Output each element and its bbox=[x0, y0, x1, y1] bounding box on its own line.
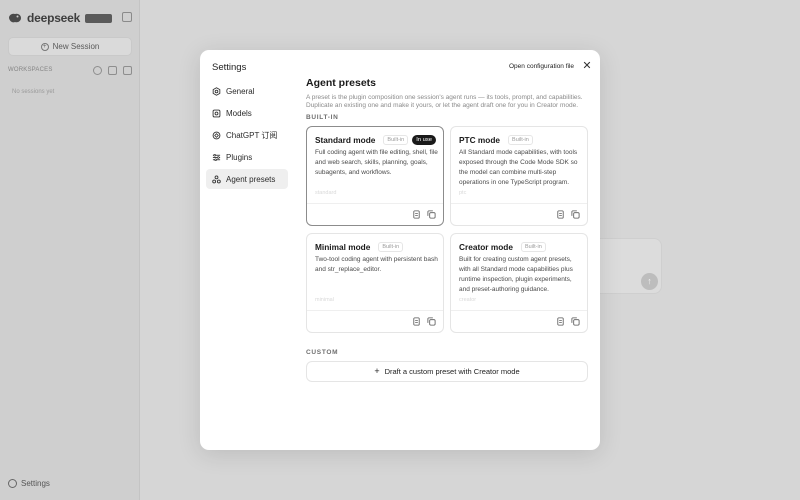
plus-icon: + bbox=[374, 366, 380, 376]
draft-custom-preset-label: Draft a custom preset with Creator mode bbox=[384, 367, 520, 376]
builtin-badge: Built-in bbox=[508, 135, 533, 145]
nav-item-plugins[interactable]: Plugins bbox=[206, 147, 288, 167]
nav-label: Plugins bbox=[226, 152, 253, 162]
view-file-icon[interactable] bbox=[412, 210, 421, 219]
preset-name: Creator mode bbox=[459, 242, 513, 252]
duplicate-icon[interactable] bbox=[571, 317, 580, 326]
section-description: A preset is the plugin composition one s… bbox=[306, 94, 583, 109]
new-session-button[interactable]: + New Session bbox=[8, 37, 132, 56]
preset-name: PTC mode bbox=[459, 135, 501, 145]
gear-icon bbox=[212, 86, 221, 96]
modal-title: Settings bbox=[212, 62, 247, 73]
sliders-icon bbox=[212, 153, 221, 162]
preset-description: Two-tool coding agent with persistent ba… bbox=[315, 256, 438, 273]
preset-card-standard[interactable]: Standard mode Built-in In use Full codin… bbox=[306, 126, 444, 226]
duplicate-icon[interactable] bbox=[427, 210, 436, 219]
brand: deepseek bbox=[8, 11, 113, 25]
draft-custom-preset-button[interactable]: + Draft a custom preset with Creator mod… bbox=[306, 361, 588, 382]
filter-icon[interactable] bbox=[108, 65, 117, 75]
preset-card-ptc[interactable]: PTC mode Built-in All Standard mode capa… bbox=[450, 126, 588, 226]
openai-icon bbox=[212, 131, 221, 140]
preset-card-creator[interactable]: Creator mode Built-in Built for creating… bbox=[450, 233, 588, 333]
preset-id: minimal bbox=[315, 297, 334, 303]
settings-label: Settings bbox=[21, 479, 50, 488]
sidebar: deepseek + New Session WORKSPACES No ses… bbox=[0, 0, 140, 500]
preset-name: Minimal mode bbox=[315, 242, 371, 252]
view-file-icon[interactable] bbox=[556, 210, 565, 219]
builtin-badge: Built-in bbox=[383, 135, 409, 145]
preset-id: creator bbox=[459, 297, 477, 303]
preset-icon bbox=[212, 174, 221, 184]
card-footer: standard bbox=[307, 190, 443, 225]
builtin-badge: Built-in bbox=[378, 242, 404, 252]
plus-circle-icon: + bbox=[40, 42, 49, 51]
preset-id: ptc bbox=[459, 190, 467, 196]
deepseek-logo-icon bbox=[9, 13, 21, 23]
duplicate-icon[interactable] bbox=[571, 210, 580, 219]
nav-label: Models bbox=[226, 108, 252, 118]
nav-item-general[interactable]: General bbox=[206, 81, 288, 101]
builtin-badge: Built-in bbox=[520, 242, 546, 252]
view-file-icon[interactable] bbox=[412, 317, 421, 326]
preset-description: Full coding agent with file editing, she… bbox=[315, 149, 438, 176]
in-use-badge: In use bbox=[412, 135, 436, 145]
preset-description: Built for creating custom agent presets,… bbox=[459, 256, 573, 293]
send-icon: ↑ bbox=[641, 273, 658, 290]
card-footer: minimal bbox=[307, 297, 443, 332]
nav-label: ChatGPT 订阅 bbox=[226, 130, 278, 140]
builtin-group-label: BUILT-IN bbox=[306, 114, 339, 121]
nav-item-models[interactable]: Models bbox=[206, 103, 288, 123]
workspace-label: WORKSPACES bbox=[8, 67, 53, 73]
close-icon[interactable]: ✕ bbox=[581, 61, 593, 73]
settings-button[interactable]: Settings bbox=[8, 479, 50, 488]
nav-label: Agent presets bbox=[226, 174, 276, 184]
empty-sessions-text: No sessions yet bbox=[12, 89, 55, 95]
models-icon bbox=[212, 109, 221, 118]
workspace-header: WORKSPACES bbox=[8, 64, 132, 76]
brand-name: deepseek bbox=[27, 11, 81, 25]
sidebar-toggle-icon[interactable] bbox=[122, 12, 132, 22]
preset-name: Standard mode bbox=[315, 135, 376, 145]
card-footer: creator bbox=[451, 297, 587, 332]
view-file-icon[interactable] bbox=[556, 317, 565, 326]
page-title: Agent presets bbox=[306, 77, 377, 89]
card-footer: ptc bbox=[451, 190, 587, 225]
preset-card-minimal[interactable]: Minimal mode Built-in Two-tool coding ag… bbox=[306, 233, 444, 333]
settings-modal: Settings Open configuration file ✕ Gener… bbox=[200, 50, 600, 450]
nav-label: General bbox=[226, 86, 255, 96]
new-session-label: New Session bbox=[52, 42, 100, 51]
add-folder-icon[interactable] bbox=[123, 65, 132, 75]
brand-badge bbox=[85, 13, 113, 23]
nav-item-chatgpt[interactable]: ChatGPT 订阅 bbox=[206, 125, 288, 145]
custom-group-label: CUSTOM bbox=[306, 349, 339, 356]
gear-icon bbox=[8, 479, 17, 488]
duplicate-icon[interactable] bbox=[427, 317, 436, 326]
preset-id: standard bbox=[315, 190, 337, 196]
search-icon[interactable] bbox=[93, 65, 102, 75]
preset-description: All Standard mode capabilities, with too… bbox=[459, 149, 578, 186]
settings-nav: General Models ChatGPT 订阅 Plugins Agent … bbox=[206, 81, 288, 191]
open-config-button[interactable]: Open configuration file bbox=[505, 61, 579, 73]
nav-item-agent-presets[interactable]: Agent presets bbox=[206, 169, 288, 189]
